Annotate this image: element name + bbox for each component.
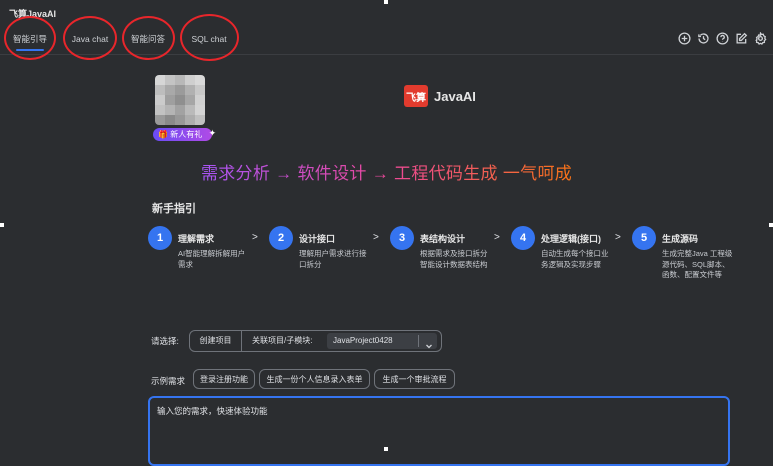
example-chip-form[interactable]: 生成一份个人信息录入表单: [259, 369, 370, 389]
step-title: 生成源码: [662, 234, 699, 244]
step-description: AI智能理解拆解用户需求: [178, 249, 246, 269]
window-resize-handle[interactable]: [0, 223, 4, 227]
step-description: 生成完整Java 工程级源代码、SQL脚本、函数、配置文件等: [662, 249, 733, 279]
tab-bar: 智能引导 Java chat 智能问答 SQL chat: [0, 22, 773, 55]
tab-sql-chat[interactable]: SQL chat: [181, 22, 237, 54]
window-resize-handle[interactable]: [384, 0, 388, 4]
related-project-label: 关联项目/子模块:: [252, 336, 313, 345]
active-tab-indicator: [16, 49, 44, 51]
brand-name: JavaAI: [434, 88, 476, 104]
avatar: [155, 75, 205, 125]
tab-label: 智能问答: [130, 34, 165, 44]
requirement-input-box: [148, 396, 730, 466]
tab-label: SQL chat: [191, 34, 227, 44]
tab-smart-guide[interactable]: 智能引导: [4, 22, 56, 54]
add-circle-icon[interactable]: [677, 31, 691, 45]
step-title: 理解需求: [178, 234, 215, 244]
guide-title: 新手指引: [152, 203, 196, 215]
new-user-gift-badge[interactable]: 🎁 新人有礼 ✦: [153, 128, 216, 141]
tab-label: 智能引导: [12, 34, 47, 44]
step-number: 5: [632, 226, 656, 250]
project-dropdown-value: JavaProject0428: [333, 336, 393, 345]
select-label: 请选择:: [151, 336, 179, 346]
chevron-down-icon: [425, 337, 433, 349]
sparkle-icon: ✦: [208, 128, 217, 138]
dropdown-divider: [418, 335, 419, 347]
requirement-input[interactable]: [155, 403, 723, 464]
gift-badge-label: 新人有礼: [170, 130, 203, 139]
step-description: 自动生成每个接口业务逻辑及实现步骤: [541, 249, 609, 269]
toolbar: [677, 31, 767, 45]
step-description: 理解用户需求进行接口拆分: [299, 249, 367, 269]
step-title: 处理逻辑(接口): [541, 234, 601, 244]
app-title: 飞算JavaAI: [9, 9, 57, 19]
step-number: 1: [148, 226, 172, 250]
step-description: 根据需求及接口拆分智能设计数据表结构: [420, 249, 488, 269]
edit-icon[interactable]: [734, 31, 748, 45]
project-dropdown[interactable]: JavaProject0428: [327, 333, 437, 349]
step-arrow: >: [373, 232, 379, 243]
tab-label: Java chat: [71, 34, 109, 44]
step-title: 设计接口: [299, 234, 336, 244]
logo-mark: 飞算: [404, 85, 428, 107]
tab-java-chat[interactable]: Java chat: [64, 22, 116, 54]
step-arrow: >: [252, 232, 258, 243]
examples-label: 示例需求: [151, 376, 186, 386]
tagline: 需求分析 → 软件设计 → 工程代码生成 一气呵成: [0, 159, 773, 184]
create-project-button[interactable]: 创建项目: [190, 331, 242, 351]
brand-logo: 飞算 JavaAI: [404, 85, 476, 107]
window-resize-handle[interactable]: [384, 447, 388, 451]
tab-smart-qa[interactable]: 智能问答: [122, 22, 174, 54]
gift-icon: 🎁: [158, 130, 168, 139]
window-resize-handle[interactable]: [769, 223, 773, 227]
example-chip-approval[interactable]: 生成一个审批流程: [374, 369, 455, 389]
step-arrow: >: [615, 232, 621, 243]
settings-icon[interactable]: [753, 31, 767, 45]
step-number: 4: [511, 226, 535, 250]
tagline-text: 需求分析 → 软件设计 → 工程代码生成 一气呵成: [200, 164, 573, 183]
step-title: 表结构设计: [420, 234, 466, 244]
example-chip-login[interactable]: 登录注册功能: [193, 369, 255, 389]
history-icon[interactable]: [696, 31, 710, 45]
project-select-group: 创建项目 关联项目/子模块: JavaProject0428: [189, 330, 442, 352]
help-icon[interactable]: [715, 31, 729, 45]
step-arrow: >: [494, 232, 500, 243]
step-number: 3: [390, 226, 414, 250]
step-number: 2: [269, 226, 293, 250]
